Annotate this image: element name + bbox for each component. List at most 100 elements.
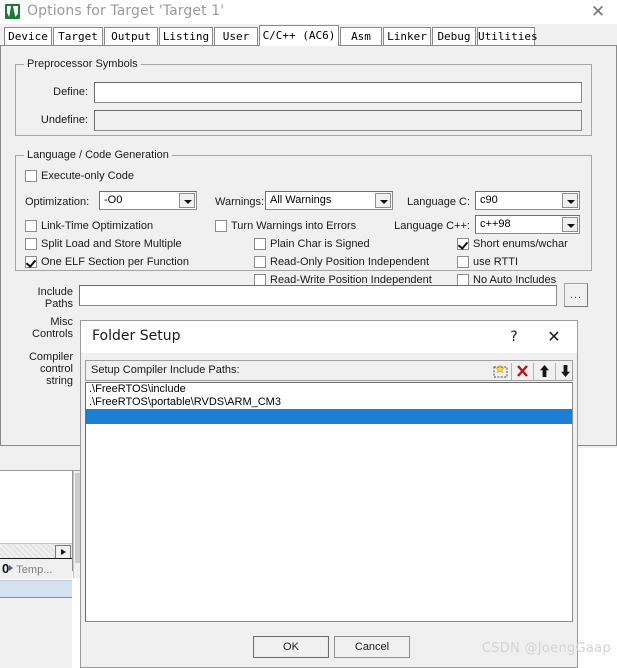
close-icon[interactable]: ✕ bbox=[541, 326, 567, 348]
language-group-label: Language / Code Generation bbox=[24, 149, 172, 161]
checkbox-box bbox=[25, 256, 37, 268]
checkbox-label: Split Load and Store Multiple bbox=[41, 238, 182, 250]
folder-setup-title: Folder Setup bbox=[92, 328, 181, 344]
optimization-label: Optimization: bbox=[25, 196, 90, 208]
checkbox-read-only-position-independent[interactable]: Read-Only Position Independent bbox=[254, 256, 429, 269]
checkbox-box bbox=[25, 220, 37, 232]
tab-utilities[interactable]: Utilities bbox=[477, 27, 538, 46]
list-item[interactable]: .\FreeRTOS\portable\RVDS\ARM_CM3 bbox=[86, 396, 572, 409]
checkbox-label: Plain Char is Signed bbox=[270, 238, 370, 250]
language-c-select[interactable]: c90 bbox=[475, 191, 580, 210]
bg-horizontal-scrollbar[interactable] bbox=[0, 543, 72, 559]
checkbox-execute-only-code[interactable]: Execute-only Code bbox=[25, 170, 134, 183]
help-icon[interactable]: ? bbox=[503, 327, 525, 347]
compiler-label-line1: Compiler bbox=[28, 351, 73, 363]
bg-tabstrip: 0 Temp... bbox=[0, 558, 72, 579]
bg-scroll-right-icon[interactable] bbox=[55, 545, 71, 559]
include-paths-label: Include Paths bbox=[11, 286, 73, 310]
checkbox-box bbox=[254, 238, 266, 250]
new-folder-icon[interactable] bbox=[491, 362, 510, 381]
compiler-control-string-label: Compiler control string bbox=[3, 351, 73, 387]
list-item[interactable] bbox=[86, 409, 572, 424]
include-paths-list[interactable]: .\FreeRTOS\include .\FreeRTOS\portable\R… bbox=[85, 382, 573, 622]
checkbox-link-time-optimization[interactable]: Link-Time Optimization bbox=[25, 220, 153, 233]
checkbox-use-rtti[interactable]: use RTTI bbox=[457, 256, 518, 269]
cancel-button[interactable]: Cancel bbox=[334, 636, 410, 658]
title-bar: Options for Target 'Target 1' ✕ bbox=[0, 0, 617, 24]
misc-controls-label-line2: Controls bbox=[32, 328, 73, 340]
language-c-label: Language C: bbox=[407, 196, 470, 208]
chevron-down-icon[interactable] bbox=[179, 193, 195, 208]
close-icon[interactable]: ✕ bbox=[585, 1, 611, 23]
checkbox-box bbox=[457, 238, 469, 250]
checkbox-label: One ELF Section per Function bbox=[41, 256, 189, 268]
bg-tab-item[interactable]: 0 Temp... bbox=[2, 561, 68, 577]
optimization-value: -O0 bbox=[104, 194, 123, 206]
window-title: Options for Target 'Target 1' bbox=[27, 3, 225, 19]
watermark: CSDN @JoengGaap bbox=[481, 641, 611, 656]
bg-tab-label: Temp... bbox=[16, 564, 53, 576]
tab-asm[interactable]: Asm bbox=[340, 27, 382, 46]
include-paths-input[interactable] bbox=[79, 285, 557, 306]
undefine-label: Undefine: bbox=[40, 114, 88, 126]
chevron-down-icon[interactable] bbox=[562, 193, 578, 208]
ok-button[interactable]: OK bbox=[253, 636, 329, 658]
checkbox-box bbox=[457, 256, 469, 268]
toolbar-separator bbox=[511, 363, 512, 380]
folder-setup-dialog: Folder Setup ? ✕ Setup Compiler Include … bbox=[80, 320, 578, 668]
include-paths-label-line2: Paths bbox=[44, 298, 73, 310]
checkbox-short-enums-wchar[interactable]: Short enums/wchar bbox=[457, 238, 568, 251]
tab-user[interactable]: User bbox=[214, 27, 258, 46]
include-paths-label-line1: Include bbox=[37, 286, 73, 298]
checkbox-box bbox=[25, 238, 37, 250]
define-label: Define: bbox=[53, 86, 88, 98]
preprocessor-group-label: Preprocessor Symbols bbox=[24, 58, 141, 70]
checkbox-label: Execute-only Code bbox=[41, 170, 134, 182]
checkbox-label: use RTTI bbox=[473, 256, 519, 268]
language-group: Language / Code Generation Execute-only … bbox=[15, 149, 592, 286]
checkbox-plain-char-is-signed[interactable]: Plain Char is Signed bbox=[254, 238, 370, 251]
bg-arrow-icon bbox=[9, 565, 14, 571]
compiler-label-line3: string bbox=[46, 375, 73, 387]
checkbox-label: Read-Only Position Independent bbox=[270, 256, 429, 268]
misc-controls-label-line1: Misc bbox=[50, 316, 73, 328]
language-cpp-select[interactable]: c++98 bbox=[475, 215, 580, 234]
chevron-down-icon[interactable] bbox=[375, 193, 391, 208]
folder-setup-body: Setup Compiler Include Paths: .\FreeRTOS… bbox=[81, 353, 577, 667]
preprocessor-group: Preprocessor Symbols Define: Undefine: bbox=[15, 58, 592, 136]
define-input[interactable] bbox=[94, 82, 582, 103]
checkbox-label: Link-Time Optimization bbox=[41, 220, 154, 232]
checkbox-split-load-store[interactable]: Split Load and Store Multiple bbox=[25, 238, 182, 251]
checkbox-box bbox=[25, 170, 37, 182]
toolbar-separator bbox=[533, 363, 534, 380]
checkbox-turn-warnings-into-errors[interactable]: Turn Warnings into Errors bbox=[215, 220, 356, 233]
chevron-down-icon[interactable] bbox=[562, 217, 578, 232]
move-up-icon[interactable] bbox=[535, 362, 554, 381]
checkbox-one-elf-section[interactable]: One ELF Section per Function bbox=[25, 256, 189, 269]
delete-icon[interactable] bbox=[513, 362, 532, 381]
tab-linker[interactable]: Linker bbox=[383, 27, 431, 46]
undefine-input[interactable] bbox=[94, 110, 582, 131]
language-c-value: c90 bbox=[480, 194, 498, 206]
list-item[interactable]: .\FreeRTOS\include bbox=[86, 383, 572, 396]
bg-status-band bbox=[0, 580, 72, 598]
folder-setup-title-bar: Folder Setup ? ✕ bbox=[81, 321, 577, 354]
include-paths-browse-button[interactable]: ... bbox=[564, 283, 588, 307]
tab-device[interactable]: Device bbox=[4, 27, 52, 46]
tab-target[interactable]: Target bbox=[53, 27, 103, 46]
compiler-label-line2: control bbox=[39, 363, 73, 375]
warnings-label: Warnings: bbox=[215, 196, 265, 208]
tab-debug[interactable]: Debug bbox=[432, 27, 476, 46]
bg-tab-zero: 0 bbox=[2, 561, 10, 576]
checkbox-box bbox=[254, 256, 266, 268]
keil-uvision-icon bbox=[5, 4, 20, 19]
optimization-select[interactable]: -O0 bbox=[99, 191, 197, 210]
screen: 0 Temp... Options for Target 'Target 1' … bbox=[0, 0, 617, 668]
folder-setup-toolbar: Setup Compiler Include Paths: bbox=[85, 360, 573, 381]
tab-listing[interactable]: Listing bbox=[159, 27, 213, 46]
folder-setup-toolbar-label: Setup Compiler Include Paths: bbox=[91, 364, 240, 376]
tab-c-cpp-ac6[interactable]: C/C++ (AC6) bbox=[259, 25, 339, 46]
move-down-icon[interactable] bbox=[556, 362, 575, 381]
tab-output[interactable]: Output bbox=[104, 27, 158, 46]
warnings-select[interactable]: All Warnings bbox=[265, 191, 393, 210]
